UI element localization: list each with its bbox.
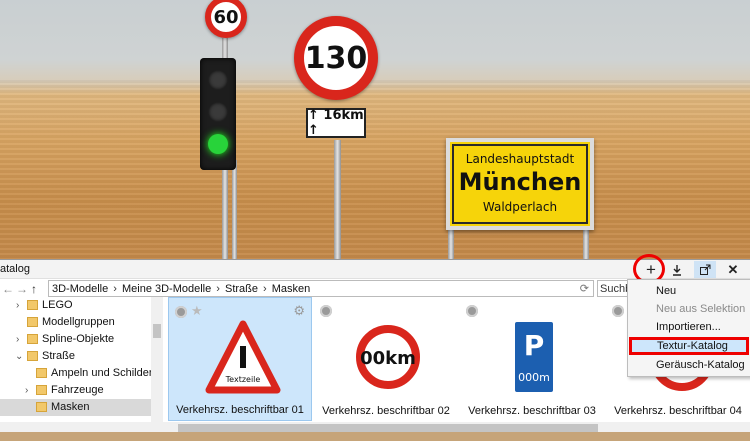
- town-sign-line1: Landeshauptstadt: [465, 152, 575, 166]
- parking-sign-letter: P: [524, 329, 545, 362]
- chevron-down-icon[interactable]: ⌄: [15, 348, 25, 365]
- scrollbar-thumb[interactable]: [153, 324, 161, 338]
- download-icon[interactable]: [666, 261, 688, 278]
- chevron-right-icon: ›: [113, 283, 117, 295]
- 3d-viewport[interactable]: 60 130 ↑ 16km ↑ Landeshauptstadt München…: [0, 0, 750, 260]
- parking-sign-thumbnail: P 000m: [513, 320, 555, 394]
- tree-item-masken[interactable]: Masken: [0, 399, 151, 416]
- tree-item-label: Ampeln und Schilder: [51, 367, 153, 379]
- popout-icon[interactable]: [694, 261, 716, 278]
- status-dot-icon[interactable]: [175, 306, 187, 318]
- catalog-item-03[interactable]: P 000m Verkehrsz. beschriftbar 03: [460, 297, 604, 421]
- status-dot-icon[interactable]: [466, 305, 478, 317]
- tree-item-label: Modellgruppen: [42, 316, 115, 328]
- ground-texture: [0, 80, 750, 260]
- add-dropdown-menu: Neu Neu aus Selektion Importieren... Tex…: [627, 279, 750, 377]
- chevron-right-icon[interactable]: ›: [16, 297, 26, 314]
- speed-limit-sign-130[interactable]: 130: [294, 16, 378, 100]
- tree-item-label: Masken: [51, 401, 90, 413]
- tree-item-label: Spline-Objekte: [42, 333, 115, 345]
- chevron-right-icon[interactable]: ›: [25, 382, 35, 399]
- catalog-titlebar: atalog + ✕: [0, 254, 750, 284]
- distance-plate[interactable]: ↑ 16km ↑: [306, 108, 366, 138]
- town-sign[interactable]: Landeshauptstadt München Waldperlach: [446, 138, 594, 230]
- menu-item-neu-aus-selektion: Neu aus Selektion: [656, 303, 746, 315]
- yellow-lamp: [208, 102, 228, 122]
- tree-item-lego[interactable]: › LEGO: [0, 297, 151, 314]
- status-dot-icon[interactable]: [612, 305, 624, 317]
- speed-sign-text: 00km: [360, 348, 416, 369]
- folder-icon: [27, 317, 38, 327]
- speed-sign-thumbnail: 00km: [356, 325, 420, 389]
- warning-sign-thumbnail: Textzeile: [205, 320, 281, 394]
- green-lamp: [208, 134, 228, 154]
- distance-plate-text: ↑ 16km ↑: [308, 108, 364, 138]
- close-icon[interactable]: ✕: [722, 261, 744, 278]
- sign-pole-130: [334, 140, 341, 260]
- folder-icon: [27, 300, 38, 310]
- folder-icon: [36, 368, 47, 378]
- breadcrumb-item[interactable]: Masken: [272, 283, 311, 295]
- folder-icon: [36, 402, 47, 412]
- folder-icon: [27, 351, 38, 361]
- catalog-item-name: Verkehrsz. beschriftbar 02: [322, 405, 450, 417]
- tree-item-modellgruppen[interactable]: Modellgruppen: [0, 314, 151, 331]
- menu-item-importieren[interactable]: Importieren...: [628, 318, 750, 336]
- arrow-left-icon[interactable]: ←: [2, 282, 14, 296]
- red-lamp: [208, 70, 228, 90]
- catalog-item-01[interactable]: ★ ⚙ Textzeile Verkehrsz. beschriftbar 01: [168, 297, 312, 421]
- traffic-light-pole: [232, 160, 237, 260]
- bottom-strip: [0, 432, 750, 441]
- breadcrumb-item[interactable]: Straße: [225, 283, 258, 295]
- catalog-item-02[interactable]: 00km Verkehrsz. beschriftbar 02: [314, 297, 458, 421]
- tree-item-strasse[interactable]: ⌄ Straße: [0, 348, 151, 365]
- chevron-right-icon[interactable]: ›: [16, 331, 26, 348]
- refresh-icon[interactable]: ⟳: [580, 281, 589, 298]
- chevron-right-icon: ›: [263, 283, 267, 295]
- catalog-item-name: Verkehrsz. beschriftbar 03: [468, 405, 596, 417]
- tree-item-label: Fahrzeuge: [51, 384, 104, 396]
- gear-icon[interactable]: ⚙: [293, 303, 305, 319]
- star-icon[interactable]: ★: [191, 303, 203, 319]
- tree-item-ampeln-und-schilder[interactable]: Ampeln und Schilder: [0, 365, 153, 382]
- catalog-item-name: Verkehrsz. beschriftbar 01: [176, 404, 304, 416]
- tree-vertical-scrollbar[interactable]: [151, 297, 163, 423]
- speed-limit-60-text: 60: [213, 6, 239, 28]
- arrow-up-icon[interactable]: ↑: [31, 282, 37, 296]
- menu-item-neu[interactable]: Neu: [628, 282, 750, 300]
- status-dot-icon[interactable]: [320, 305, 332, 317]
- menu-item-textur-katalog[interactable]: Textur-Katalog: [629, 337, 749, 355]
- folder-icon: [36, 385, 47, 395]
- tree-item-label: Straße: [42, 350, 76, 362]
- arrow-right-icon[interactable]: →: [16, 282, 28, 296]
- breadcrumb[interactable]: 3D-Modelle › Meine 3D-Modelle › Straße › Ma…: [48, 280, 594, 297]
- catalog-title: atalog: [0, 263, 30, 275]
- speed-limit-sign-60[interactable]: 60: [205, 0, 247, 38]
- tree-item-label: LEGO: [42, 299, 73, 311]
- tree-item-fahrzeuge[interactable]: › Fahrzeuge: [0, 382, 151, 399]
- breadcrumb-item[interactable]: Meine 3D-Modelle: [122, 283, 211, 295]
- breadcrumb-item[interactable]: 3D-Modelle: [52, 283, 108, 295]
- folder-icon: [27, 334, 38, 344]
- scrollbar-thumb[interactable]: [178, 424, 598, 432]
- speed-limit-130-text: 130: [304, 40, 368, 76]
- menu-item-geraeusch-katalog[interactable]: Geräusch-Katalog: [628, 356, 750, 374]
- chevron-right-icon: ›: [216, 283, 220, 295]
- parking-sign-distance: 000m: [518, 371, 550, 384]
- warning-sign-text: Textzeile: [225, 375, 261, 384]
- traffic-light[interactable]: [200, 58, 236, 170]
- town-sign-line3: Waldperlach: [482, 200, 558, 214]
- folder-tree: › LEGO Modellgruppen › Spline-Objekte ⌄ …: [0, 297, 164, 422]
- town-sign-line2: München: [458, 168, 582, 196]
- catalog-item-name: Verkehrsz. beschriftbar 04: [614, 405, 742, 417]
- tree-item-spline-objekte[interactable]: › Spline-Objekte: [0, 331, 151, 348]
